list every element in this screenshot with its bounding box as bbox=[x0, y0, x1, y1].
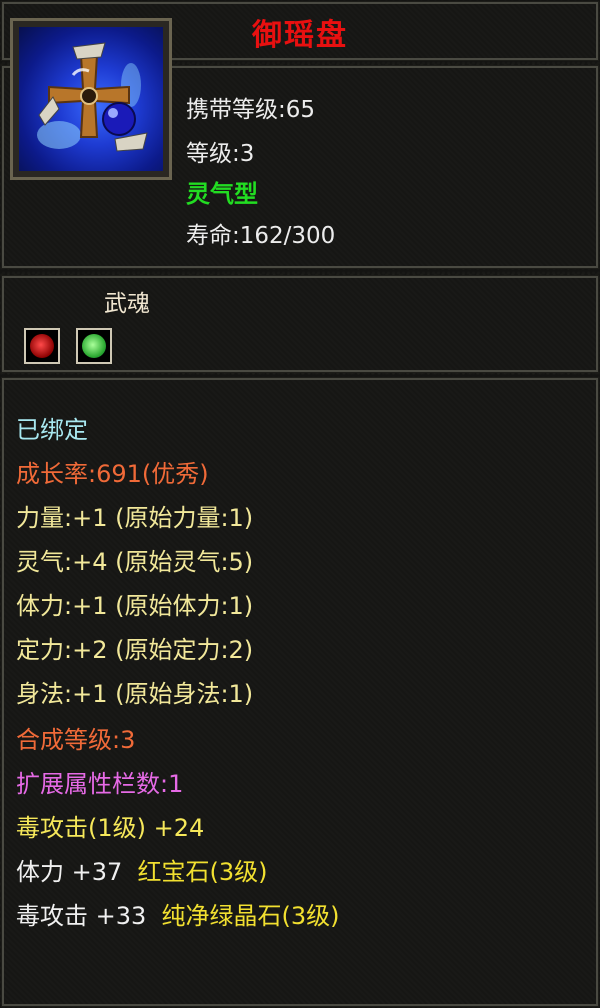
strength-stat: 力量:+1 (原始力量:1) bbox=[16, 504, 254, 532]
gem-bonus-2-gem: 纯净绿晶石(3级) bbox=[161, 902, 340, 930]
gem-bonus-1: 体力 +37 红宝石(3级) bbox=[16, 852, 268, 887]
gem-bonus-2-stat: 毒攻击 +33 bbox=[16, 902, 147, 930]
agility-stat: 身法:+1 (原始身法:1) bbox=[16, 680, 254, 708]
carry-level: 携带等级:65 bbox=[186, 97, 316, 123]
synth-level: 合成等级:3 bbox=[16, 726, 136, 754]
focus-stat: 定力:+2 (原始定力:2) bbox=[16, 636, 254, 664]
green-soul-gem-icon[interactable] bbox=[76, 328, 112, 364]
item-icon-frame bbox=[10, 18, 172, 180]
gem-bonus-1-gem: 红宝石(3级) bbox=[137, 858, 268, 886]
item-type: 灵气型 bbox=[186, 180, 258, 208]
poison-attack: 毒攻击(1级) +24 bbox=[16, 814, 205, 842]
item-tooltip: 御瑶盘 携带等级:65 等级:3 灵气型 寿命:162/300 武魂 已绑定 成… bbox=[0, 0, 600, 1008]
vitality-stat: 体力:+1 (原始体力:1) bbox=[16, 592, 254, 620]
item-life: 寿命:162/300 bbox=[186, 223, 336, 249]
item-level: 等级:3 bbox=[186, 141, 255, 167]
soul-label: 武魂 bbox=[104, 291, 150, 317]
aura-stat: 灵气:+4 (原始灵气:5) bbox=[16, 548, 254, 576]
spinning-disc-weapon-icon bbox=[19, 27, 163, 171]
bound-status: 已绑定 bbox=[16, 416, 88, 444]
ext-slot-count: 扩展属性栏数:1 bbox=[16, 770, 184, 798]
red-soul-gem-icon[interactable] bbox=[24, 328, 60, 364]
gem-bonus-1-stat: 体力 +37 bbox=[16, 858, 123, 886]
gem-bonus-2: 毒攻击 +33 纯净绿晶石(3级) bbox=[16, 896, 340, 931]
growth-rate: 成长率:691(优秀) bbox=[16, 460, 209, 488]
